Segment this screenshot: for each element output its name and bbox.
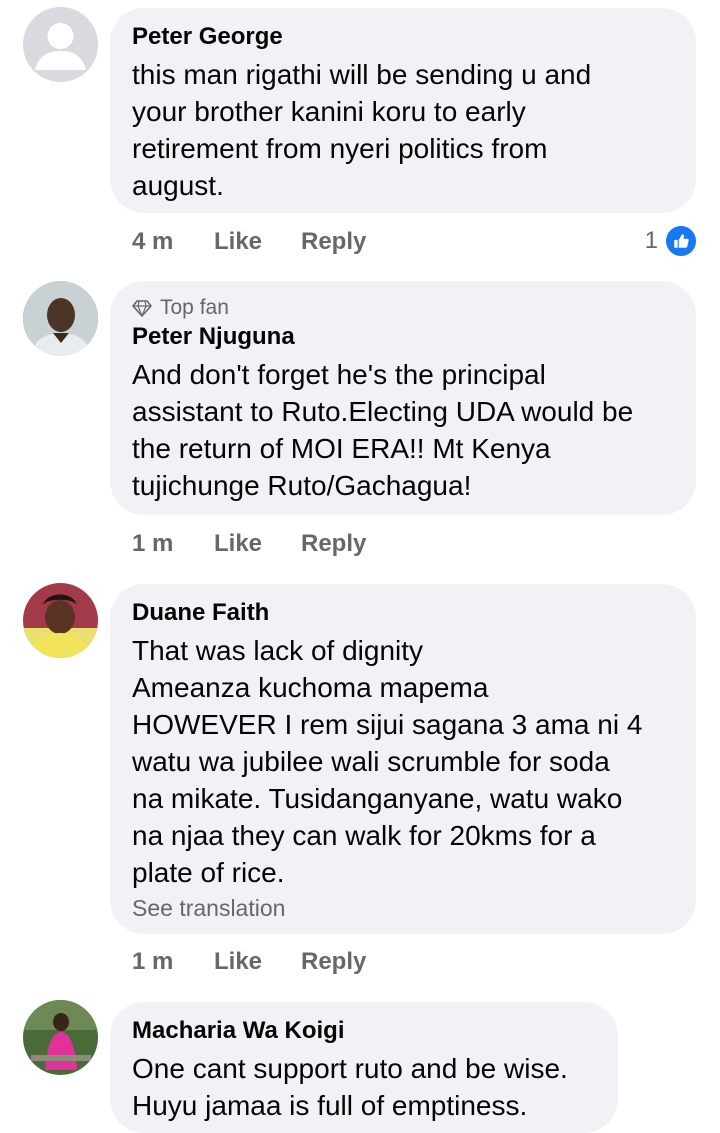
reaction-number: 1 xyxy=(644,227,658,254)
user-photo xyxy=(23,281,98,356)
user-photo xyxy=(23,1000,98,1075)
comment-actions: 1 m Like Reply xyxy=(132,530,366,558)
like-button[interactable]: Like xyxy=(214,948,301,976)
commenter-name[interactable]: Peter Njuguna xyxy=(132,322,674,352)
comment-bubble: Duane Faith That was lack of dignity Ame… xyxy=(110,584,696,934)
see-translation-link[interactable]: See translation xyxy=(132,893,674,923)
top-fan-badge: Top fan xyxy=(132,296,674,320)
comment-text: And don't forget he's the principal assi… xyxy=(132,359,634,501)
comment-time[interactable]: 1 m xyxy=(132,948,214,976)
comment-bubble: Top fan Peter Njuguna And don't forget h… xyxy=(110,281,696,515)
reaction-count[interactable]: 1 xyxy=(645,224,698,258)
avatar[interactable] xyxy=(23,1000,98,1075)
comment-text: this man rigathi will be sending u and y… xyxy=(132,59,592,201)
reply-button[interactable]: Reply xyxy=(301,948,366,976)
comment-text: One cant support ruto and be wise. Huyu … xyxy=(132,1053,568,1121)
user-photo xyxy=(23,583,98,658)
avatar[interactable] xyxy=(23,583,98,658)
like-button[interactable]: Like xyxy=(214,530,301,558)
reply-button[interactable]: Reply xyxy=(301,228,366,256)
commenter-name[interactable]: Peter George xyxy=(132,22,674,52)
comment-actions: 1 m Like Reply xyxy=(132,948,366,976)
diamond-icon xyxy=(132,300,152,317)
commenter-name[interactable]: Macharia Wa Koigi xyxy=(132,1016,596,1046)
comment-time[interactable]: 4 m xyxy=(132,228,214,256)
avatar[interactable] xyxy=(23,7,98,82)
like-button[interactable]: Like xyxy=(214,228,301,256)
thumbs-up-icon xyxy=(664,224,698,258)
comment-time[interactable]: 1 m xyxy=(132,530,214,558)
avatar[interactable] xyxy=(23,281,98,356)
commenter-name[interactable]: Duane Faith xyxy=(132,598,674,628)
comment-bubble: Peter George this man rigathi will be se… xyxy=(110,8,696,213)
default-avatar-icon xyxy=(35,23,86,70)
comment-bubble: Macharia Wa Koigi One cant support ruto … xyxy=(110,1002,618,1133)
reply-button[interactable]: Reply xyxy=(301,530,366,558)
comment-actions: 4 m Like Reply xyxy=(132,228,366,256)
comment-text: That was lack of dignity Ameanza kuchoma… xyxy=(132,635,643,888)
badge-label: Top fan xyxy=(160,296,229,319)
